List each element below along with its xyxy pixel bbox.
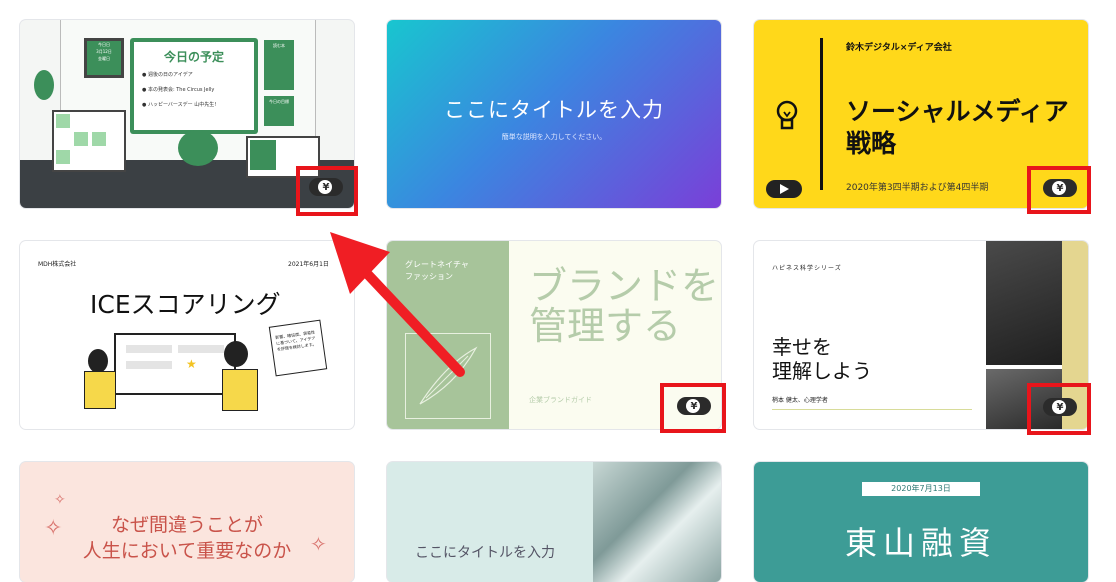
card3-title2: 戦略 — [846, 129, 897, 158]
template-card-ice-scoring[interactable]: MDH株式会社 2021年6月1日 ICEスコアリング ★ 影響、確信度、容易性… — [20, 241, 354, 429]
note-reading: 読む本 — [264, 40, 294, 90]
photo-mother-baby — [986, 241, 1062, 365]
card2-title: ここにタイトルを入力 — [444, 98, 664, 122]
red-arrow — [330, 232, 465, 377]
underline — [772, 409, 972, 410]
shelf-box — [56, 150, 70, 164]
ocean-photo — [593, 462, 721, 582]
desk-drawer — [250, 140, 276, 170]
highlight-box — [1027, 383, 1091, 435]
sticky-note: 影響、確信度、容易性に基づいて、アイデアを評価を検討します。 — [268, 319, 328, 377]
board-row — [126, 361, 172, 369]
template-card-title-ocean[interactable]: ここにタイトルを入力 — [387, 462, 721, 582]
schedule-inner: 今日の予定 ● 週後の日のアイデア ● 本の発表会: The Circus Je… — [134, 42, 254, 130]
calendar-line: 金曜日 — [98, 56, 110, 61]
card3-company: 鈴木デジタル×ディア会社 — [846, 43, 952, 53]
card4-company: MDH株式会社 — [38, 261, 77, 268]
card7-title1: なぜ間違うことが — [110, 514, 263, 536]
date-pill: 2020年7月13日 — [862, 482, 980, 496]
schedule-title: 今日の予定 — [163, 50, 224, 64]
highlight-box — [1027, 166, 1091, 214]
play-icon[interactable] — [766, 180, 802, 198]
card6-series: ハピネス科学シリーズ — [772, 265, 842, 272]
person-left — [80, 349, 120, 409]
sparkle-icon: ✧ — [54, 492, 66, 508]
card3-title1: ソーシャルメディア — [846, 97, 1069, 126]
schedule-board: 今日の予定 ● 週後の日のアイデア ● 本の発表会: The Circus Je… — [130, 38, 258, 134]
schedule-item: ● 週後の日のアイデア — [142, 72, 193, 78]
card3-footer: 2020年第3四半期および第4四半期 — [846, 183, 989, 193]
highlight-box — [296, 166, 358, 216]
card2-subtitle: 簡単な説明を入力してください。 — [501, 133, 607, 141]
divider-line — [820, 38, 823, 190]
shelf-box — [74, 132, 88, 146]
lightbulb-icon — [776, 100, 798, 130]
card7-title2: 人生において重要なのか — [82, 540, 292, 562]
template-card-mistakes[interactable]: ✧ ✧ ✧ なぜ間違うことが 人生において重要なのか — [20, 462, 354, 582]
card6-author: 梢本 健太、心理学者 — [772, 397, 828, 404]
plant — [178, 130, 218, 166]
card8-title: ここにタイトルを入力 — [415, 545, 555, 561]
card6-title2: 理解しよう — [772, 359, 872, 383]
person-right — [214, 341, 266, 417]
board-row — [126, 345, 172, 353]
schedule-item: ● ハッピーバースデー 山中先生! — [142, 102, 217, 108]
schedule-item: ● 本の発表会: The Circus Jelly — [142, 87, 215, 93]
calendar-line: 3月12日 — [96, 49, 112, 54]
card5-footer: 企業ブランドガイド — [529, 396, 592, 404]
shelf-box — [56, 114, 70, 128]
card9-title: 東山融資 — [844, 524, 997, 562]
template-card-finance[interactable]: 2020年7月13日 東山融資 — [754, 462, 1088, 582]
calendar-frame: 今日日 3月12日 金曜日 — [84, 38, 124, 78]
calendar-line: 今日日 — [98, 42, 110, 47]
note-goal: 今日の目標 — [264, 96, 294, 126]
shelf-box — [92, 132, 106, 146]
plant — [34, 70, 54, 100]
star-icon: ★ — [186, 357, 197, 371]
card5-title2: 管理する — [529, 304, 682, 348]
template-card-title-gradient[interactable]: ここにタイトルを入力 簡単な説明を入力してください。 — [387, 20, 721, 208]
highlight-box — [660, 383, 726, 433]
card4-title: ICEスコアリング — [90, 290, 281, 319]
